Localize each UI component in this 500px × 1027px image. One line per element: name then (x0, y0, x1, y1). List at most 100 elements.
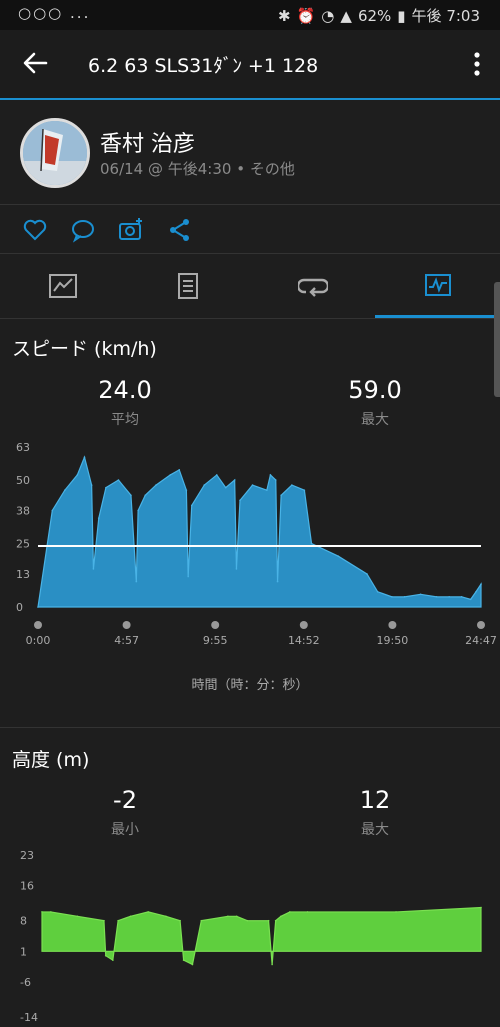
y-tick-label: 16 (20, 880, 34, 893)
comment-icon[interactable] (70, 217, 96, 243)
data-point (83, 456, 86, 458)
y-tick-label: 63 (16, 441, 30, 454)
data-point (92, 568, 95, 570)
user-name[interactable]: 香村 治彦 (100, 126, 195, 158)
data-point (182, 959, 185, 961)
y-tick-label: 8 (20, 915, 27, 928)
max-speed-label: 最大 (361, 412, 389, 428)
data-point (76, 474, 79, 476)
max-elevation-label: 最大 (361, 822, 389, 838)
wifi-icon: ◔ (321, 6, 335, 25)
data-point (366, 573, 368, 575)
battery-icon: ▮ (397, 6, 406, 25)
data-point (235, 915, 238, 918)
series-area (41, 906, 482, 966)
data-point (117, 479, 120, 481)
y-tick-label: -14 (20, 1011, 38, 1024)
tab-charts[interactable] (375, 254, 500, 318)
windsurf-photo (23, 121, 87, 185)
data-point (435, 596, 438, 598)
heart-icon[interactable] (22, 217, 48, 243)
min-elevation-label: 最小 (111, 822, 139, 838)
tab-laps[interactable] (250, 254, 375, 318)
data-point (191, 963, 194, 966)
avg-speed-label: 平均 (111, 412, 139, 428)
data-point (129, 915, 132, 918)
battery-percent: 62% (357, 6, 392, 25)
data-point (178, 469, 181, 471)
x-tick-label: 14:52 (288, 634, 320, 647)
data-point (289, 911, 291, 913)
data-point (274, 479, 277, 481)
data-point (51, 509, 54, 512)
detail-tabs (0, 254, 500, 319)
notification-icons: ○○○ ... (18, 4, 91, 22)
signal-icon: ▲ (340, 6, 352, 25)
y-tick-label: -6 (20, 976, 31, 989)
y-tick-label: 1 (20, 945, 27, 958)
data-point (475, 590, 477, 593)
x-tick-label: 9:55 (203, 634, 228, 647)
speed-x-axis-label: 時間（時：分：秒） (191, 678, 309, 693)
share-icon[interactable] (167, 217, 193, 243)
series-area (37, 455, 482, 608)
min-elevation-value: -2 (113, 786, 137, 814)
elevation-title: 高度 (m) (12, 749, 90, 771)
data-point (376, 590, 379, 593)
more-options-icon[interactable] (472, 50, 482, 78)
data-point (403, 596, 406, 598)
app-bar: 6.2 63 SLS31ﾀﾞﾝ +1 128 (0, 30, 500, 100)
data-point (50, 911, 52, 913)
clock: 午後 7:03 (411, 7, 480, 25)
data-point (203, 484, 206, 486)
data-point (135, 580, 138, 583)
data-point (460, 596, 463, 598)
action-bar (0, 205, 500, 254)
data-point (169, 474, 172, 476)
data-point (469, 598, 472, 601)
elevation-chart[interactable]: 23 16 8 1 -6 -14 (0, 845, 500, 1027)
add-photo-icon[interactable] (118, 217, 144, 243)
data-point (105, 486, 107, 489)
data-point (37, 606, 39, 608)
y-tick-label: 0 (16, 601, 23, 614)
y-tick-label: 25 (16, 538, 30, 551)
bluetooth-icon: ✱ (278, 6, 291, 25)
tab-overview[interactable] (0, 254, 125, 318)
status-bar: ○○○ ... ✱ ⏰ ◔ ▲ 62% ▮ 午後 7:03 (0, 0, 500, 30)
data-point (41, 911, 43, 913)
tab-stats[interactable] (125, 254, 250, 318)
x-tick-dot (477, 621, 485, 629)
x-tick-dot (34, 621, 42, 629)
data-point (251, 484, 254, 486)
data-point (190, 504, 193, 507)
x-tick-label: 24:47 (465, 634, 497, 647)
x-tick-label: 4:57 (114, 634, 139, 647)
data-point (144, 494, 147, 497)
avatar[interactable] (20, 118, 90, 188)
x-tick-label: 19:50 (377, 634, 409, 647)
data-point (137, 509, 139, 512)
y-tick-label: 23 (20, 849, 34, 862)
document-icon (177, 273, 198, 299)
data-point (233, 479, 236, 481)
data-point (147, 911, 150, 913)
data-point (269, 474, 272, 476)
section-divider (0, 727, 500, 728)
scrollbar[interactable] (494, 282, 500, 397)
data-point (280, 494, 282, 497)
data-point (185, 489, 188, 491)
y-tick-label: 38 (16, 504, 30, 517)
data-point (103, 919, 105, 922)
data-point (306, 911, 309, 913)
speed-title: スピード (km/h) (12, 338, 157, 360)
data-point (303, 489, 306, 491)
data-point (112, 959, 114, 961)
x-tick-dot (122, 621, 131, 629)
laps-loop-icon (297, 278, 328, 297)
data-point (419, 593, 422, 596)
data-point (235, 568, 238, 570)
speed-chart[interactable]: 63 50 38 25 13 0 0:00 4:57 9:55 14:52 19:50 24:47 (0, 435, 500, 655)
back-arrow-icon[interactable] (22, 50, 48, 76)
status-right: ✱ ⏰ ◔ ▲ 62% ▮ 午後 7:03 (278, 5, 480, 26)
